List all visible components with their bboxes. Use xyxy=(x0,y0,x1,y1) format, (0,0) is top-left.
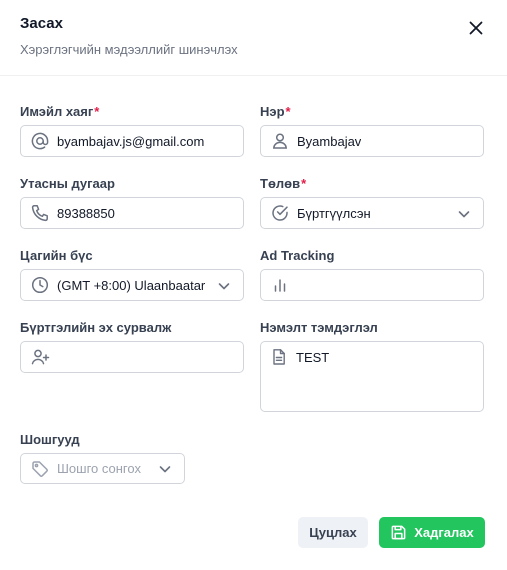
tag-icon xyxy=(30,459,50,479)
tags-placeholder: Шошго сонгох xyxy=(57,461,141,476)
status-value: Бүртгүүлсэн xyxy=(297,205,371,221)
name-label: Нэр* xyxy=(260,104,291,119)
close-button[interactable] xyxy=(466,18,486,38)
document-icon xyxy=(270,348,288,366)
tags-label-text: Шошгууд xyxy=(20,432,80,447)
timezone-label-text: Цагийн бүс xyxy=(20,248,93,263)
chevron-down-icon xyxy=(458,211,470,218)
status-label-text: Төлөв xyxy=(260,176,301,191)
close-icon xyxy=(469,21,483,35)
ad-tracking-label: Ad Tracking xyxy=(260,248,334,263)
source-label: Бүртгэлийн эх сурвалж xyxy=(20,320,171,335)
phone-value: 89388850 xyxy=(57,205,115,221)
timezone-select[interactable]: (GMT +8:00) Ulaanbaatar xyxy=(20,269,244,301)
name-label-text: Нэр xyxy=(260,104,285,119)
ad-tracking-field[interactable] xyxy=(260,269,484,301)
user-plus-icon xyxy=(30,347,50,367)
phone-label: Утасны дугаар xyxy=(20,176,115,191)
cancel-button[interactable]: Цуцлах xyxy=(298,517,368,548)
source-label-text: Бүртгэлийн эх сурвалж xyxy=(20,320,172,335)
status-select[interactable]: Бүртгүүлсэн xyxy=(260,197,484,229)
required-marker: * xyxy=(285,104,291,119)
dialog-title: Засах xyxy=(20,15,63,32)
ad-tracking-label-text: Ad Tracking xyxy=(260,248,335,263)
email-value: byambajav.js@gmail.com xyxy=(57,133,205,149)
save-button[interactable]: Хадгалах xyxy=(379,517,485,548)
phone-icon xyxy=(30,203,50,223)
save-button-label: Хадгалах xyxy=(414,525,474,540)
tags-select[interactable]: Шошго сонгох xyxy=(20,453,185,484)
notes-value: TEST xyxy=(296,350,330,365)
name-value: Byambajav xyxy=(297,133,362,149)
bar-chart-icon xyxy=(270,275,290,295)
user-icon xyxy=(270,131,290,151)
dialog-subtitle: Хэрэглэгчийн мэдээллийг шинэчлэх xyxy=(20,42,238,57)
notes-label: Нэмэлт тэмдэглэл xyxy=(260,320,378,335)
notes-label-text: Нэмэлт тэмдэглэл xyxy=(260,320,378,335)
email-label: Имэйл хаяг* xyxy=(20,104,99,119)
dialog-header: Засах Хэрэглэгчийн мэдээллийг шинэчлэх xyxy=(0,0,507,76)
status-label: Төлөв* xyxy=(260,176,306,191)
chevron-down-icon xyxy=(159,466,171,473)
notes-textarea[interactable]: TEST xyxy=(260,341,484,412)
tags-label: Шошгууд xyxy=(20,432,80,447)
required-marker: * xyxy=(94,104,100,119)
timezone-value: (GMT +8:00) Ulaanbaatar xyxy=(57,277,206,293)
source-field[interactable] xyxy=(20,341,244,373)
at-sign-icon xyxy=(30,131,50,151)
save-icon xyxy=(391,525,406,540)
email-field[interactable]: byambajav.js@gmail.com xyxy=(20,125,244,157)
email-label-text: Имэйл хаяг xyxy=(20,104,94,119)
phone-label-text: Утасны дугаар xyxy=(20,176,115,191)
phone-field[interactable]: 89388850 xyxy=(20,197,244,229)
check-circle-icon xyxy=(270,203,290,223)
timezone-label: Цагийн бүс xyxy=(20,248,93,263)
chevron-down-icon xyxy=(218,283,230,290)
name-field[interactable]: Byambajav xyxy=(260,125,484,157)
required-marker: * xyxy=(301,176,307,191)
clock-icon xyxy=(30,275,50,295)
